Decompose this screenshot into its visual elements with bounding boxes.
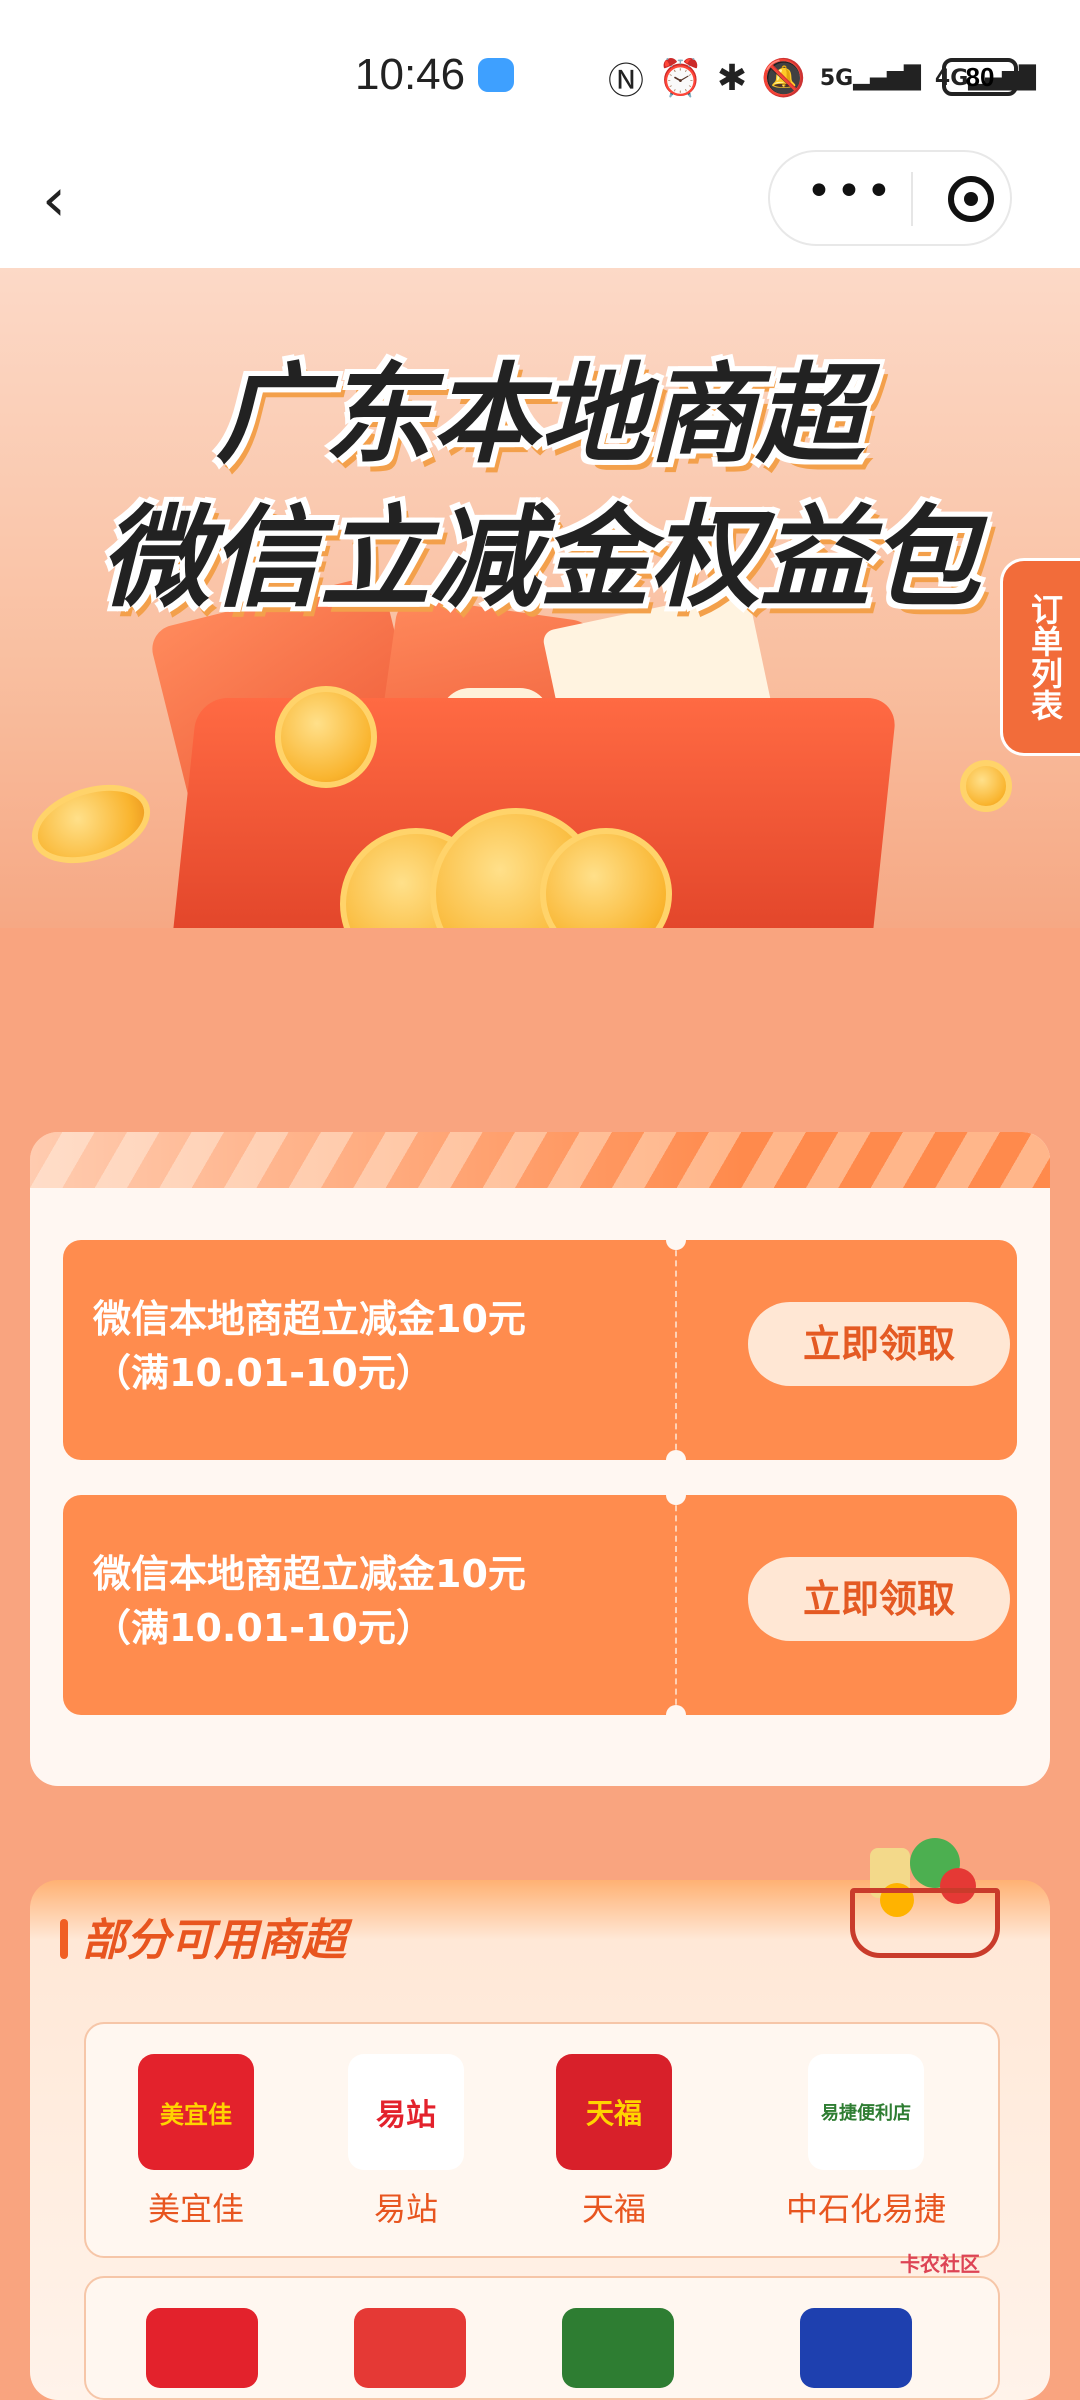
store-name: 天福 [581,2190,646,2228]
store-item[interactable]: 天福 天福 [544,2054,684,2230]
store-item[interactable]: 易捷便利店 中石化易捷 [776,2054,956,2230]
5g-signal-icon: 5G▂▄▆█ [819,65,921,91]
status-bar: 10:46 Ⓝ ⏰ ✱ 🔕 5G▂▄▆█ 4G▂▄▆█ 80 [0,0,1080,150]
coupon-item: 微信本地商超立减金10元 （满10.01-10元） 立即领取 [63,1485,1017,1725]
stores-grid: 美宜佳 美宜佳 易站 易站 天福 天福 易捷便利店 中石化易捷 [84,2022,1000,2258]
capsule-divider [911,172,913,226]
bluetooth-icon: ✱ [716,57,748,99]
coupon-condition: （满10.01-10元） [93,1351,434,1395]
coin-illustration [21,770,161,878]
store-logo[interactable] [146,2308,258,2388]
coin-illustration [275,686,377,788]
close-mini-program-icon[interactable] [948,176,994,222]
meiyijia-logo: 美宜佳 [138,2054,254,2170]
yizhan-logo: 易站 [348,2054,464,2170]
coupon-title: 微信本地商超立减金10元 [93,1297,526,1341]
banner-title-line2: 微信立减金权益包 [100,494,980,622]
yijie-logo: 易捷便利店 [808,2054,924,2170]
store-name: 美宜佳 [147,2190,244,2228]
message-notification-icon [478,58,514,92]
coupon-description: 微信本地商超立减金10元 （满10.01-10元） [93,1292,526,1400]
nfc-icon: Ⓝ [608,61,645,102]
store-name: 中石化易捷 [785,2190,946,2228]
back-icon[interactable]: ‹ [42,170,102,232]
coupon-description: 微信本地商超立减金10元 （满10.01-10元） [93,1547,526,1655]
coupon-card: 微信本地商超立减金10元 （满10.01-10元） 立即领取 微信本地商超立减金… [30,1132,1050,1786]
battery-indicator: 80 [942,58,1018,96]
coupon-title: 微信本地商超立减金10元 [93,1552,526,1596]
store-item[interactable]: 美宜佳 美宜佳 [126,2054,266,2230]
store-logo[interactable] [800,2308,912,2388]
store-name: 易站 [373,2190,438,2228]
status-time: 10:46 [355,50,466,99]
store-logo[interactable] [562,2308,674,2388]
mute-icon: 🔕 [761,58,806,99]
coupon-item: 微信本地商超立减金10元 （满10.01-10元） 立即领取 [63,1230,1017,1470]
mini-program-navbar: ‹ ••• [0,150,1080,268]
banner-title-line1: 广东本地商超 [215,353,864,478]
alarm-icon: ⏰ [658,58,703,99]
coupon-condition: （满10.01-10元） [93,1606,434,1650]
mini-program-capsule: ••• [768,150,1012,246]
more-options-icon[interactable]: ••• [806,166,896,217]
promo-banner: 广东本地商超 微信立减金权益包 [0,268,1080,928]
store-item[interactable]: 易站 易站 [336,2054,476,2230]
store-logo[interactable] [354,2308,466,2388]
coin-illustration [960,760,1012,812]
claim-button[interactable]: 立即领取 [748,1557,1010,1641]
shopping-cart-icon [840,1828,1010,1968]
stores-grid-row2 [84,2276,1000,2400]
claim-button[interactable]: 立即领取 [748,1302,1010,1386]
watermark: 卡农社区 [900,2252,980,2276]
stores-section-title: 部分可用商超 [60,1904,346,1968]
order-list-tab[interactable]: 订单列表 [1000,558,1080,756]
tianfu-logo: 天福 [556,2054,672,2170]
